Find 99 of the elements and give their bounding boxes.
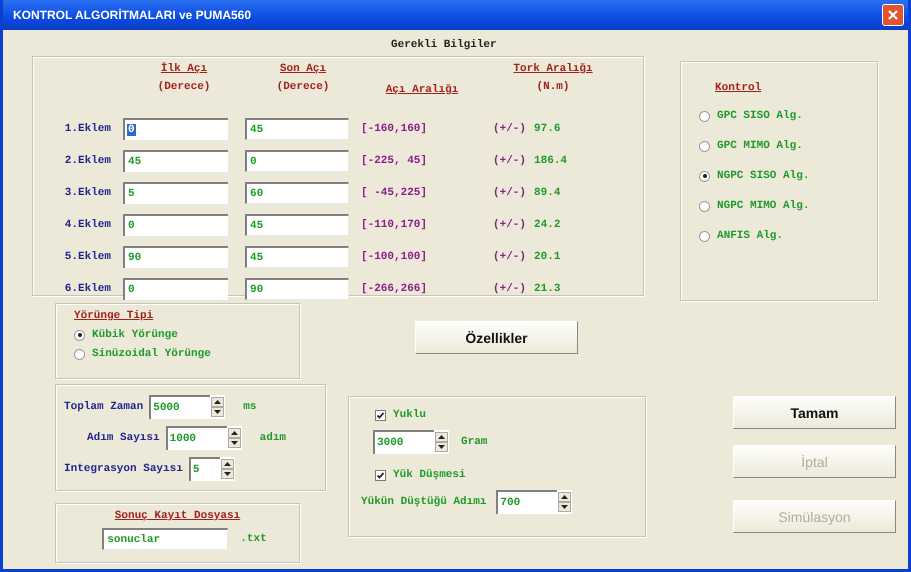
torque-sign: (+/-) [493,187,526,199]
column-unit: (N.m) [536,81,570,93]
unit-label: adım [260,432,286,444]
spin-field[interactable]: 3000 [373,430,434,454]
radio-button[interactable] [74,348,85,360]
joint-label: 1.Eklem [64,123,111,135]
joint-label: 6.Eklem [64,283,111,295]
torque-value: 20.1 [534,251,560,263]
radio-button[interactable] [699,170,710,182]
torque-sign: (+/-) [493,219,526,231]
torque-sign: (+/-) [493,123,526,135]
torque-sign: (+/-) [493,155,526,167]
angle-range: [-110,170] [361,219,428,231]
file-extension: .txt [240,533,267,545]
radio-label[interactable]: GPC MIMO Alg. [717,140,803,152]
spin-down-icon[interactable] [438,445,445,449]
column-header: Son Açı [280,63,326,75]
close-button[interactable] [882,4,904,26]
properties-button[interactable]: Özellikler [415,321,578,354]
radio-button[interactable] [74,330,85,340]
spin-down-icon[interactable] [214,410,222,414]
start-angle-field[interactable]: 90 [123,246,228,268]
spin-down-icon[interactable] [224,472,231,476]
column-unit: (Derece) [158,81,210,93]
spin-buttons[interactable] [434,430,449,454]
torque-value: 89.4 [534,187,560,199]
dialog-button[interactable]: Tamam [733,396,896,429]
column-unit: (Derece) [276,81,330,93]
spin-buttons[interactable] [226,426,242,450]
spin-field[interactable]: 1000 [166,426,227,450]
torque-value: 186.4 [534,155,568,167]
spin-buttons[interactable] [220,457,235,481]
end-angle-field[interactable]: 45 [245,214,349,236]
window-title: KONTROL ALGORİTMALARI ve PUMA560 [13,8,252,22]
checkbox-label[interactable]: Yuklu [393,409,426,421]
unit-label: Gram [461,436,488,448]
group-title: Gerekli Bilgiler [391,39,497,51]
radio-label[interactable]: GPC SISO Alg. [717,110,803,122]
spin-buttons[interactable] [557,490,572,514]
spin-up-icon[interactable] [438,435,445,439]
radio-button[interactable] [699,200,710,212]
group-title: Kontrol [715,82,762,94]
spin-field[interactable]: 5 [188,457,220,481]
joint-label: 2.Eklem [64,155,111,167]
torque-value: 97.6 [534,123,560,135]
group-title: Yörünge Tipi [74,310,154,322]
column-header: Açı Aralığı [386,84,458,96]
checkbox[interactable] [375,470,386,480]
end-angle-field[interactable]: 60 [245,182,349,204]
field-label: Adım Sayısı [87,432,160,444]
radio-label[interactable]: NGPC SISO Alg. [717,170,810,182]
field-label: Yükün Düştüğü Adımı [361,496,486,508]
radio-button[interactable] [699,230,710,242]
checkbox[interactable] [375,410,386,420]
radio-label[interactable]: ANFIS Alg. [717,230,784,242]
close-icon[interactable] [887,9,899,21]
radio-label[interactable]: Sinüzoidal Yörünge [92,348,211,360]
spin-field[interactable]: 700 [496,490,558,514]
start-angle-field[interactable]: 5 [123,182,228,204]
start-angle-field[interactable]: 0 [123,278,228,300]
angle-range: [-160,160] [361,123,428,135]
angle-range: [ -45,225] [361,187,428,199]
file-name-field[interactable]: sonuclar [102,528,228,550]
spin-field[interactable]: 5000 [149,395,210,419]
spin-down-icon[interactable] [230,441,238,445]
spin-up-icon[interactable] [214,400,222,404]
torque-value: 21.3 [534,283,560,295]
torque-value: 24.2 [534,219,560,231]
end-angle-field[interactable]: 45 [245,246,349,268]
spin-up-icon[interactable] [230,431,238,435]
radio-label[interactable]: NGPC MIMO Alg. [717,200,810,212]
unit-label: ms [243,401,256,413]
checkbox-label[interactable]: Yük Düşmesi [393,469,466,481]
joint-label: 3.Eklem [64,187,111,199]
start-angle-field[interactable]: 0 [123,118,228,140]
end-angle-field[interactable]: 90 [245,278,349,300]
spin-down-icon[interactable] [561,505,568,509]
radio-button[interactable] [699,110,710,122]
spin-up-icon[interactable] [561,495,568,499]
end-angle-field[interactable]: 0 [245,150,349,172]
field-label: Toplam Zaman [64,401,144,413]
torque-sign: (+/-) [493,283,526,295]
end-angle-field[interactable]: 45 [245,118,349,140]
radio-label[interactable]: Kübik Yörünge [92,329,178,341]
group-title: Sonuç Kayıt Dosyası [114,510,240,522]
column-header: Tork Aralığı [513,63,593,75]
column-header: İlk Açı [160,63,208,75]
radio-button[interactable] [699,140,710,152]
angle-range: [-100,100] [361,251,428,263]
angle-range: [-266,266] [361,283,428,295]
angle-range: [-225, 45] [361,155,428,167]
spin-up-icon[interactable] [224,462,231,466]
torque-sign: (+/-) [493,251,526,263]
spin-buttons[interactable] [210,395,226,419]
start-angle-field[interactable]: 45 [123,150,228,172]
field-label: Integrasyon Sayısı [64,463,183,475]
joint-label: 5.Eklem [64,251,111,263]
joint-label: 4.Eklem [64,219,111,231]
start-angle-field[interactable]: 0 [123,214,228,236]
